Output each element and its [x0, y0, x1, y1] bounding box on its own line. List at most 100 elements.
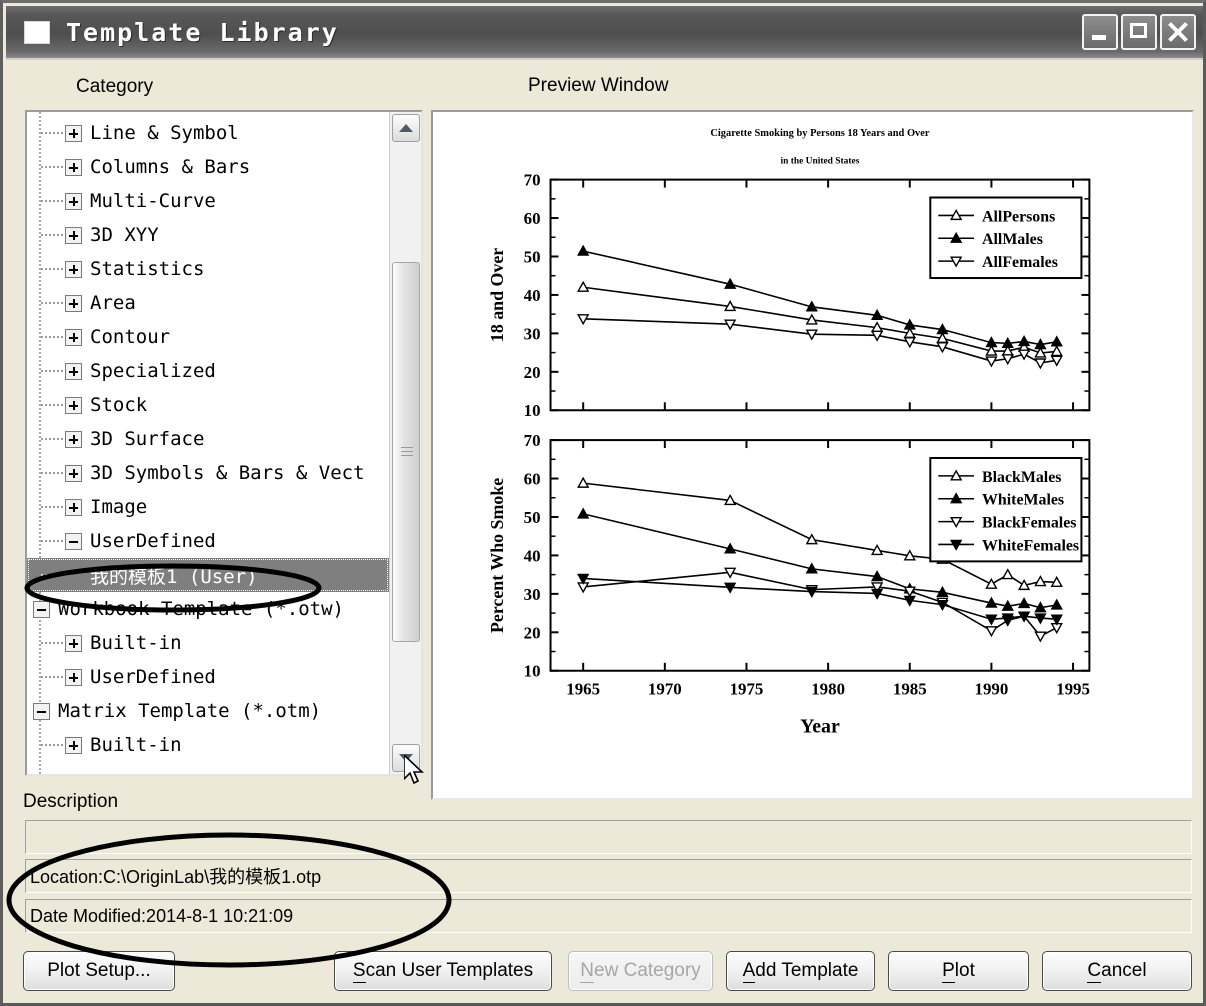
tree-item-label: 我的模板1 (User)	[90, 565, 258, 588]
tree-item[interactable]: 3D XYY	[27, 218, 389, 252]
tree-item-label: Contour	[90, 326, 171, 348]
tree-item[interactable]: 3D Symbols & Bars & Vect	[27, 456, 389, 490]
template-library-window: Template Library Category Preview Window…	[0, 0, 1206, 1006]
category-tree[interactable]: Line & Symbol Columns & Bars Multi-Curve 3D…	[27, 112, 389, 774]
collapse-minus-icon[interactable]	[33, 702, 50, 720]
expand-plus-icon[interactable]	[65, 464, 82, 482]
cancel-button[interactable]: Cancel	[1042, 951, 1192, 991]
close-icon[interactable]	[1160, 14, 1196, 50]
tree-item[interactable]: Specialized	[27, 354, 389, 388]
svg-text:60: 60	[524, 209, 541, 228]
new-category-accel: N	[580, 959, 595, 983]
tree-item[interactable]: Statistics	[27, 252, 389, 286]
expand-plus-icon[interactable]	[65, 430, 82, 448]
tree-item[interactable]: Built-in	[27, 728, 389, 762]
tree-connector-icon	[41, 438, 63, 440]
svg-text:1975: 1975	[730, 680, 764, 699]
svg-text:40: 40	[524, 286, 541, 305]
tree-item[interactable]: Image	[27, 490, 389, 524]
add-template-accel: A	[742, 959, 756, 983]
expand-plus-icon[interactable]	[65, 226, 82, 244]
tree-item[interactable]: UserDefined	[27, 660, 389, 694]
tree-connector-icon	[41, 676, 63, 678]
tree-vertical-scrollbar[interactable]	[389, 112, 421, 774]
tree-item[interactable]: Matrix Template (*.otm)	[27, 694, 389, 728]
tree-connector-icon	[41, 744, 63, 746]
tree-connector-icon	[41, 336, 63, 338]
tree-item[interactable]: UserDefined	[27, 524, 389, 558]
expand-plus-icon[interactable]	[65, 328, 82, 346]
minimize-icon[interactable]	[1082, 14, 1118, 50]
new-category-button: New Category	[568, 951, 713, 991]
tree-item-label: Stock	[90, 394, 148, 416]
category-label: Category	[76, 76, 154, 97]
svg-text:1970: 1970	[648, 680, 682, 699]
svg-text:in the United States: in the United States	[780, 157, 859, 167]
svg-text:70: 70	[524, 431, 541, 450]
svg-text:Cigarette Smoking by Persons 1: Cigarette Smoking by Persons 18 Years an…	[710, 128, 930, 139]
add-template-button[interactable]: Add Template	[726, 951, 875, 991]
plot-accel: P	[942, 959, 955, 983]
preview-window-panel[interactable]: Cigarette Smoking by Persons 18 Years an…	[431, 110, 1194, 800]
collapse-minus-icon[interactable]	[33, 600, 50, 618]
svg-text:70: 70	[524, 171, 541, 190]
scan-user-templates-button[interactable]: Scan User Templates	[334, 951, 552, 991]
tree-connector-icon	[41, 370, 63, 372]
scroll-up-icon[interactable]	[392, 114, 420, 142]
expand-plus-icon[interactable]	[65, 294, 82, 312]
expand-plus-icon[interactable]	[65, 498, 82, 516]
svg-text:10: 10	[524, 662, 541, 681]
window-titlebar[interactable]: Template Library	[6, 6, 1203, 60]
expand-plus-icon[interactable]	[65, 260, 82, 278]
cancel-rest: ancel	[1101, 960, 1147, 981]
tree-item[interactable]: Line & Symbol	[27, 116, 389, 150]
expand-plus-icon[interactable]	[65, 668, 82, 686]
svg-text:40: 40	[524, 546, 541, 565]
svg-text:50: 50	[524, 247, 541, 266]
scan-rest: can User Templates	[365, 960, 534, 981]
svg-text:30: 30	[524, 585, 541, 604]
tree-item[interactable]: Workbook Template (*.otw)	[27, 592, 389, 626]
plot-button[interactable]: Plot	[888, 951, 1029, 991]
collapse-minus-icon[interactable]	[65, 532, 82, 550]
svg-text:1990: 1990	[975, 680, 1009, 699]
svg-text:Percent Who Smoke: Percent Who Smoke	[487, 478, 507, 633]
expand-plus-icon[interactable]	[65, 634, 82, 652]
tree-item[interactable]: Area	[27, 286, 389, 320]
tree-item-selected[interactable]: 我的模板1 (User)	[27, 558, 389, 592]
expand-plus-icon[interactable]	[65, 362, 82, 380]
template-preview-chart: Cigarette Smoking by Persons 18 Years an…	[487, 128, 1091, 737]
description-field	[25, 820, 1192, 854]
tree-item[interactable]: Multi-Curve	[27, 184, 389, 218]
expand-plus-icon[interactable]	[65, 736, 82, 754]
maximize-icon[interactable]	[1121, 14, 1157, 50]
description-label: Description	[23, 791, 119, 812]
expand-plus-icon[interactable]	[65, 192, 82, 210]
date-modified-field: Date Modified:2014-8-1 10:21:09	[25, 899, 1192, 933]
tree-item[interactable]: Columns & Bars	[27, 150, 389, 184]
tree-item-label: Image	[90, 496, 148, 518]
plot-setup-button[interactable]: Plot Setup...	[23, 951, 175, 991]
new-category-rest: ew Category	[594, 960, 701, 981]
tree-item[interactable]: 3D Surface	[27, 422, 389, 456]
tree-connector-icon	[41, 234, 63, 236]
svg-text:30: 30	[524, 324, 541, 343]
expand-plus-icon[interactable]	[65, 158, 82, 176]
tree-connector-icon	[41, 642, 63, 644]
preview-window-label: Preview Window	[528, 75, 669, 96]
category-tree-panel[interactable]: Line & Symbol Columns & Bars Multi-Curve 3D…	[25, 110, 423, 776]
svg-text:AllFemales: AllFemales	[982, 254, 1058, 271]
tree-item-label: Columns & Bars	[90, 156, 251, 178]
svg-text:1995: 1995	[1056, 680, 1090, 699]
expand-plus-icon[interactable]	[65, 396, 82, 414]
tree-item[interactable]: Stock	[27, 388, 389, 422]
svg-text:BlackFemales: BlackFemales	[982, 515, 1076, 532]
tree-item-label: Matrix Template (*.otm)	[58, 700, 322, 722]
tree-item[interactable]: Contour	[27, 320, 389, 354]
tree-item[interactable]: Built-in	[27, 626, 389, 660]
app-window-icon	[24, 20, 50, 44]
tree-item-label: Statistics	[90, 258, 205, 280]
scrollbar-thumb[interactable]	[392, 262, 420, 642]
expand-plus-icon[interactable]	[65, 124, 82, 142]
tree-connector-icon	[41, 540, 63, 542]
